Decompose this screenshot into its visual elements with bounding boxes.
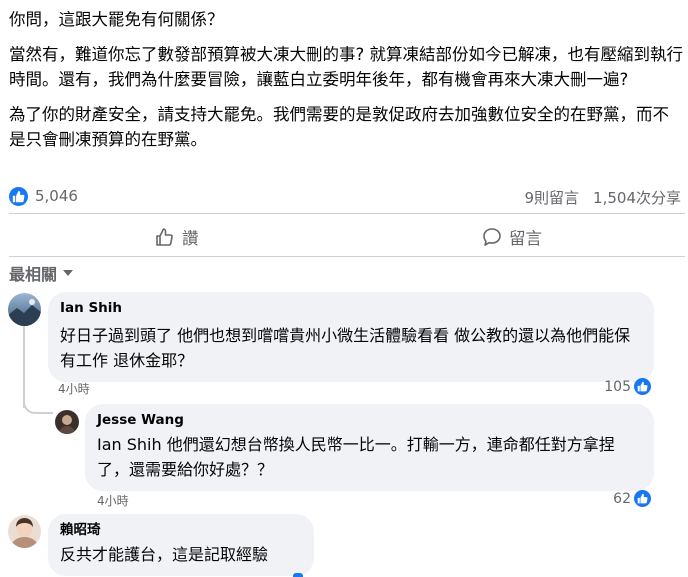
- reactions-bar: 5,046 9則留言 1,504次分享: [9, 184, 685, 210]
- comment-like-count-label: 105: [604, 378, 631, 395]
- divider: [9, 213, 685, 214]
- post-paragraph: 你問，這跟大罷免有何關係？: [9, 10, 224, 29]
- share-count[interactable]: 1,504次分享: [593, 189, 681, 207]
- thumbs-up-icon: [156, 228, 173, 246]
- comment-text: Ian Shih 他們還幻想台幣換人民幣一比一。打輸一方，連命都任對方拿捏了，還…: [97, 435, 615, 479]
- avatar[interactable]: [8, 293, 41, 326]
- like-reaction-icon: [634, 490, 651, 507]
- comment-sort-dropdown[interactable]: 最相關: [9, 261, 74, 285]
- like-reaction-icon: [634, 378, 651, 395]
- like-button[interactable]: 讚: [155, 222, 199, 252]
- post-paragraph: 當然有，難道你忘了數發部預算被大凍大刪的事? 就算凍結部份如今已解凍，也有壓縮到…: [9, 45, 684, 89]
- comment-bubble-icon: [483, 228, 501, 246]
- comment-author[interactable]: 賴昭琦: [60, 522, 302, 539]
- divider: [9, 256, 685, 257]
- post-body: 你問，這跟大罷免有何關係？ 當然有，難道你忘了數發部預算被大凍大刪的事? 就算凍…: [9, 7, 685, 162]
- comment-text: 反共才能護台，這是記取經驗: [60, 545, 269, 564]
- comment-author[interactable]: Jesse Wang: [97, 412, 642, 429]
- comment-like-count[interactable]: 62: [613, 490, 651, 507]
- comment-bubble: Jesse Wang Ian Shih 他們還幻想台幣換人民幣一比一。打輸一方，…: [85, 404, 654, 491]
- engagement-stats: 9則留言 1,504次分享: [525, 187, 682, 208]
- caret-down-icon: [63, 270, 74, 276]
- comment-like-count[interactable]: 105: [604, 378, 651, 395]
- comment-text: 好日子過到頭了 他們也想到嚐嚐貴州小微生活體驗看看 做公教的還以為他們能保有工作…: [60, 326, 631, 370]
- comment-timestamp[interactable]: 4小時: [97, 492, 129, 509]
- avatar[interactable]: [8, 515, 41, 548]
- like-button-label: 讚: [182, 229, 199, 248]
- comment-bubble: 賴昭琦 反共才能護台，這是記取經驗: [48, 514, 314, 576]
- sort-label: 最相關: [9, 265, 58, 284]
- avatar[interactable]: [55, 410, 79, 434]
- post-paragraph: 為了你的財產安全，請支持大罷免。我們需要的是敦促政府去加強數位安全的在野黨，而不…: [9, 105, 669, 149]
- comment-count[interactable]: 9則留言: [525, 189, 580, 207]
- comment-button[interactable]: 留言: [482, 222, 542, 252]
- comment-button-label: 留言: [509, 229, 542, 248]
- comment-like-count-label: 62: [613, 490, 631, 507]
- comment-timestamp[interactable]: 4小時: [58, 380, 90, 397]
- comment-bubble: Ian Shih 好日子過到頭了 他們也想到嚐嚐貴州小微生活體驗看看 做公教的還…: [48, 292, 654, 382]
- like-reaction-icon[interactable]: [9, 187, 28, 206]
- like-reaction-icon-partial: [293, 573, 303, 577]
- reaction-count[interactable]: 5,046: [35, 187, 78, 205]
- comment-author[interactable]: Ian Shih: [60, 300, 642, 317]
- reply-thread-connector: [23, 396, 53, 414]
